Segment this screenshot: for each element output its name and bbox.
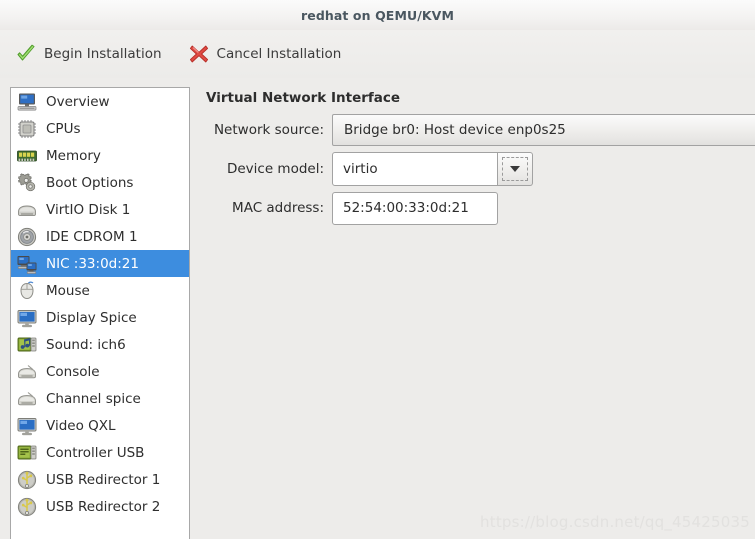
window-title: redhat on QEMU/KVM: [300, 7, 454, 23]
sidebar-item-boot-options[interactable]: Boot Options: [11, 169, 189, 196]
sidebar-item-mouse[interactable]: Mouse: [11, 277, 189, 304]
console-icon: [16, 388, 38, 410]
usb-icon: [16, 469, 38, 491]
sidebar-item-label: CPUs: [46, 120, 81, 137]
detail-pane: Virtual Network Interface Network source…: [199, 78, 755, 539]
display-icon: [16, 415, 38, 437]
sidebar-item-controller-usb[interactable]: Controller USB: [11, 439, 189, 466]
sidebar-item-label: VirtIO Disk 1: [46, 201, 131, 218]
sidebar-item-usb-redirector-2[interactable]: USB Redirector 2: [11, 493, 189, 520]
sidebar-item-label: NIC :33:0d:21: [46, 255, 139, 272]
device-model-label: Device model:: [226, 161, 324, 177]
sidebar-item-label: Console: [46, 363, 100, 380]
chevron-down-icon: [510, 166, 520, 172]
mac-address-input[interactable]: 52:54:00:33:0d:21: [332, 191, 498, 225]
watermark-text: https://blog.csdn.net/qq_45425035: [480, 513, 750, 531]
memory-ram-icon: [16, 145, 38, 167]
sidebar-item-label: Video QXL: [46, 417, 116, 434]
sidebar-item-label: USB Redirector 2: [46, 498, 161, 515]
network-card-icon: [16, 253, 38, 275]
mouse-icon: [16, 280, 38, 302]
soundcard-icon: [16, 334, 38, 356]
device-model-row: Device model: virtio: [199, 152, 533, 186]
sidebar-item-sound-ich6[interactable]: Sound: ich6: [11, 331, 189, 358]
sidebar-item-ide-cdrom-1[interactable]: IDE CDROM 1: [11, 223, 189, 250]
cross-icon: [188, 43, 210, 65]
sidebar-item-label: Display Spice: [46, 309, 137, 326]
computer-icon: [16, 91, 38, 113]
sidebar-item-label: Channel spice: [46, 390, 141, 407]
network-source-combobox[interactable]: Bridge br0: Host device enp0s25: [332, 114, 755, 146]
begin-installation-button[interactable]: Begin Installation: [12, 39, 171, 69]
device-model-input[interactable]: virtio: [332, 152, 498, 186]
sidebar-item-label: USB Redirector 1: [46, 471, 161, 488]
controller-icon: [16, 442, 38, 464]
hardware-list[interactable]: Overview CPUs Memory Boot Options VirtIO Dis…: [10, 87, 190, 539]
network-source-row: Network source: Bridge br0: Host device …: [199, 113, 755, 147]
sidebar-item-overview[interactable]: Overview: [11, 88, 189, 115]
page-title: Virtual Network Interface: [206, 90, 401, 106]
sidebar-item-label: Memory: [46, 147, 101, 164]
title-bar: redhat on QEMU/KVM: [0, 0, 755, 30]
display-icon: [16, 307, 38, 329]
sidebar-item-channel-spice[interactable]: Channel spice: [11, 385, 189, 412]
cancel-installation-label: Cancel Installation: [216, 46, 342, 62]
sidebar-item-label: IDE CDROM 1: [46, 228, 138, 245]
sidebar-item-cpus[interactable]: CPUs: [11, 115, 189, 142]
sidebar-item-video-qxl[interactable]: Video QXL: [11, 412, 189, 439]
network-source-value: Bridge br0: Host device enp0s25: [344, 122, 566, 138]
mac-address-label: MAC address:: [232, 200, 324, 216]
sidebar-item-console[interactable]: Console: [11, 358, 189, 385]
virt-manager-window: redhat on QEMU/KVM Begin Installation Ca…: [0, 0, 755, 539]
sidebar-item-label: Sound: ich6: [46, 336, 126, 353]
device-model-combobox[interactable]: virtio: [332, 152, 533, 186]
sidebar-item-virtio-disk-1[interactable]: VirtIO Disk 1: [11, 196, 189, 223]
sidebar-item-display-spice[interactable]: Display Spice: [11, 304, 189, 331]
check-icon: [15, 43, 37, 65]
sidebar-item-nic-33-0d-21[interactable]: NIC :33:0d:21: [11, 250, 189, 277]
network-source-label: Network source:: [213, 122, 324, 138]
sidebar-item-label: Overview: [46, 93, 110, 110]
console-icon: [16, 361, 38, 383]
mac-address-row: MAC address: 52:54:00:33:0d:21: [199, 191, 498, 225]
begin-installation-label: Begin Installation: [44, 46, 162, 62]
main-content: Overview CPUs Memory Boot Options VirtIO Dis…: [0, 78, 755, 539]
harddisk-icon: [16, 199, 38, 221]
sidebar-item-memory[interactable]: Memory: [11, 142, 189, 169]
cancel-installation-button[interactable]: Cancel Installation: [185, 39, 351, 69]
usb-icon: [16, 496, 38, 518]
toolbar: Begin Installation Cancel Installation: [0, 30, 755, 78]
sidebar-item-label: Mouse: [46, 282, 90, 299]
sidebar-item-usb-redirector-1[interactable]: USB Redirector 1: [11, 466, 189, 493]
sidebar-item-label: Controller USB: [46, 444, 145, 461]
sidebar-item-label: Boot Options: [46, 174, 134, 191]
cpu-chip-icon: [16, 118, 38, 140]
gears-icon: [16, 172, 38, 194]
device-model-value: virtio: [343, 161, 378, 177]
cdrom-disc-icon: [16, 226, 38, 248]
device-model-dropdown-button[interactable]: [498, 152, 533, 186]
mac-address-value: 52:54:00:33:0d:21: [343, 200, 469, 216]
